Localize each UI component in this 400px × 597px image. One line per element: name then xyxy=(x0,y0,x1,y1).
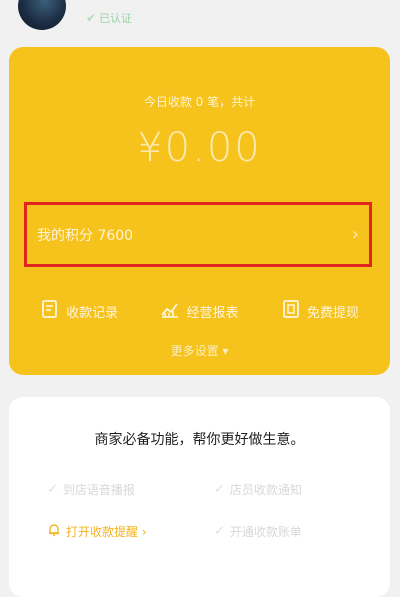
today-summary: 今日收款 0 笔，共计 xyxy=(143,95,256,109)
verified-check-icon: ✔ xyxy=(86,11,97,25)
payment-card: 今日收款 0 笔，共计 ¥0.00 我的积分 7600 › 收款记录 经营报表 … xyxy=(9,47,390,375)
today-amount: ¥0.00 xyxy=(137,125,262,171)
feature-item: ✓ 店员收款通知 xyxy=(214,481,302,498)
top-bar: ✔ 已认证 xyxy=(0,0,400,40)
tool-label: 经营报表 xyxy=(186,305,239,321)
feature-label: 到店语音播报 xyxy=(62,483,135,497)
feature-item: ✓ 到店语音播报 xyxy=(47,481,135,498)
withdraw-icon xyxy=(281,299,301,323)
tool-label: 免费提现 xyxy=(306,305,359,321)
tool-label: 收款记录 xyxy=(66,305,119,321)
tool-row: 收款记录 经营报表 免费提现 xyxy=(9,299,390,323)
merchant-features-panel: 商家必备功能，帮你更好做生意。 ✓ 到店语音播报 ✓ 店员收款通知 打开收款提醒… xyxy=(9,397,390,597)
reminder-label: 打开收款提醒 › xyxy=(66,525,147,539)
points-label: 我的积分 7600 xyxy=(37,227,134,244)
tool-records[interactable]: 收款记录 xyxy=(40,299,118,323)
panel-title: 商家必备功能，帮你更好做生意。 xyxy=(94,432,305,448)
feature-label: 开通收款账单 xyxy=(229,525,302,539)
verified-label: 已认证 xyxy=(99,12,133,25)
more-settings-link[interactable]: 更多设置 ▾ xyxy=(9,342,390,359)
tool-withdraw[interactable]: 免费提现 xyxy=(281,299,359,323)
feature-label: 店员收款通知 xyxy=(229,483,302,497)
check-icon: ✓ xyxy=(214,524,225,539)
verified-badge: ✔ 已认证 xyxy=(86,10,132,26)
avatar[interactable] xyxy=(18,0,66,30)
report-chart-icon xyxy=(160,299,180,323)
check-icon: ✓ xyxy=(47,482,58,497)
enable-payment-reminder-button[interactable]: 打开收款提醒 › xyxy=(47,523,147,540)
tool-report[interactable]: 经营报表 xyxy=(160,299,239,323)
chevron-right-icon: › xyxy=(351,224,359,245)
bell-icon xyxy=(47,523,61,540)
feature-item: ✓ 开通收款账单 xyxy=(214,523,302,540)
check-icon: ✓ xyxy=(214,482,225,497)
points-row[interactable]: 我的积分 7600 › xyxy=(24,202,372,267)
record-icon xyxy=(40,299,60,323)
